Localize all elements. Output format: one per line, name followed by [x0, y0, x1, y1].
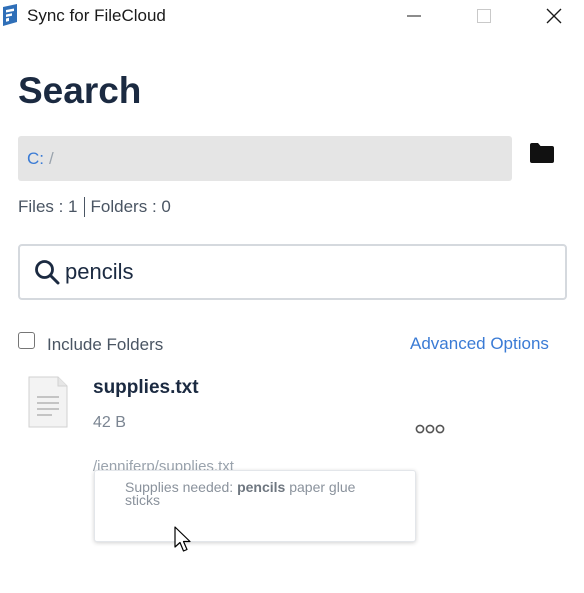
close-icon [546, 8, 562, 24]
mouse-cursor-icon [174, 526, 191, 552]
title-bar: Sync for FileCloud [0, 0, 584, 32]
counts-divider [83, 197, 85, 217]
content-snippet-tooltip: Supplies needed: pencils paper glue stic… [94, 470, 416, 542]
files-count: Files : 1 [18, 197, 78, 216]
minimize-icon [407, 15, 421, 17]
search-input[interactable] [65, 259, 545, 285]
advanced-options-link[interactable]: Advanced Options [410, 334, 549, 354]
path-separator: / [49, 148, 54, 168]
maximize-button[interactable] [461, 0, 507, 32]
include-folders-checkbox[interactable] [18, 332, 35, 349]
folder-icon[interactable] [529, 142, 555, 164]
minimize-button[interactable] [391, 0, 437, 32]
more-options-icon[interactable] [414, 420, 446, 438]
filecloud-logo-icon [3, 4, 17, 26]
search-icon [35, 260, 60, 285]
path-drive-link[interactable]: C: [27, 149, 44, 169]
path-breadcrumb[interactable]: C: / [18, 136, 512, 181]
close-button[interactable] [531, 0, 577, 32]
text-file-icon [28, 376, 68, 428]
result-file-size: 42 B [93, 414, 126, 431]
folders-count: Folders : 0 [90, 197, 171, 216]
page-title: Search [18, 70, 142, 111]
snippet-match: pencils [237, 479, 286, 495]
result-file-name[interactable]: supplies.txt [93, 377, 199, 399]
maximize-icon [477, 9, 491, 23]
result-counts: Files : 1 Folders : 0 [18, 197, 171, 217]
include-folders-label: Include Folders [47, 335, 164, 354]
window-title: Sync for FileCloud [27, 6, 166, 25]
search-box[interactable] [18, 244, 567, 300]
